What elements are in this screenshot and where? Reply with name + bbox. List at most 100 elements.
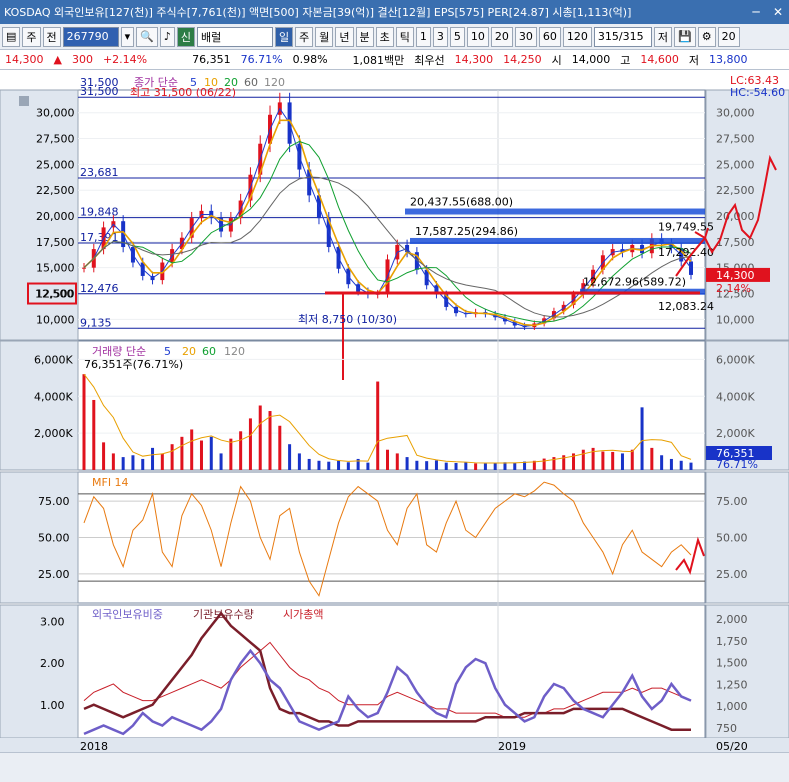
volume-bar <box>160 453 164 470</box>
x-axis <box>0 738 789 752</box>
right-level-label: 12,083.24 <box>658 300 714 313</box>
volume-bar <box>483 463 487 470</box>
volume-bar <box>346 462 350 470</box>
volume-bar <box>209 436 213 470</box>
price-y-tick-right: 10,000 <box>716 313 755 326</box>
price-y-tick-left: 20,000 <box>36 210 75 223</box>
volume-bar <box>92 399 96 470</box>
volume-bar <box>278 425 282 470</box>
volume-bar <box>229 438 233 470</box>
ma-legend-10: 10 <box>204 76 218 89</box>
chart-scrollbar[interactable] <box>0 752 789 782</box>
volume-bar <box>542 458 546 470</box>
volume-bar <box>386 449 389 470</box>
min-price-note: 최저 8,750 (10/30) <box>298 313 397 326</box>
volume-y-tick-right: 4,000K <box>716 390 755 403</box>
ma-legend-60: 60 <box>244 76 258 89</box>
volume-bar <box>199 440 203 470</box>
price-y-tick-right: 25,000 <box>716 158 755 171</box>
mfi-legend: MFI 14 <box>92 476 129 489</box>
price-y-tick-left: 17,500 <box>36 236 75 249</box>
volume-legend-5: 5 <box>164 345 171 358</box>
volume-bar <box>513 462 517 470</box>
ma-legend-20: 20 <box>224 76 238 89</box>
volume-bar <box>669 458 673 470</box>
volume-bar <box>444 462 448 470</box>
volume-legend-20: 20 <box>182 345 196 358</box>
price-top-label: 31,500 <box>80 76 119 89</box>
foreign-y-tick-left: 2.00 <box>40 657 65 670</box>
mfi-y-tick-right: 75.00 <box>716 495 748 508</box>
price-panel <box>77 89 706 341</box>
volume-current: 76,351주(76.71%) <box>84 358 183 371</box>
volume-bar <box>317 460 321 470</box>
foreign-y-tick-right: 1,500 <box>716 657 748 670</box>
volume-right-pct: 76.71% <box>716 458 758 471</box>
volume-bar <box>474 463 478 470</box>
volume-bar <box>630 449 634 470</box>
volume-bar <box>268 411 272 470</box>
volume-bar <box>111 453 115 470</box>
volume-bar <box>660 455 664 470</box>
right-level-label: 19,749.55 <box>658 221 714 234</box>
price-y-tick-right: 27,500 <box>716 133 755 146</box>
volume-y-tick-left: 6,000K <box>34 353 73 366</box>
price-y-tick-left: 30,000 <box>36 107 75 120</box>
volume-bar <box>248 418 252 470</box>
market-cap-legend: 시가총액 <box>283 608 323 621</box>
mfi-y-tick-left: 25.00 <box>38 568 70 581</box>
volume-legend-120: 120 <box>224 345 245 358</box>
volume-bar <box>82 374 86 470</box>
regression-box <box>405 208 705 215</box>
price-y-tick-right: 22,500 <box>716 184 755 197</box>
volume-bar <box>679 460 683 470</box>
support-line-label: 19,848 <box>80 206 119 219</box>
volume-y-tick-right: 6,000K <box>716 353 755 366</box>
volume-bar <box>180 436 184 470</box>
price-y-tick-right: 20,000 <box>716 210 755 223</box>
mfi-y-tick-left: 50.00 <box>38 532 70 545</box>
regression-box-label: 17,587.25(294.86) <box>415 225 518 238</box>
volume-bar <box>425 461 429 470</box>
volume-bar <box>640 407 644 470</box>
volume-bar <box>239 431 243 470</box>
volume-bar <box>288 444 292 470</box>
volume-bar <box>190 429 194 470</box>
ma-legend-name: 종가 단순 <box>134 76 178 89</box>
volume-bar <box>601 451 605 470</box>
price-y-tick-left: 25,000 <box>36 158 75 171</box>
foreign-legend: 외국인보유비중 <box>92 608 163 621</box>
mfi-y-tick-right: 25.00 <box>716 568 748 581</box>
mfi-y-tick-left: 75.00 <box>38 495 70 508</box>
volume-bar <box>415 460 419 470</box>
foreign-y-tick-right: 750 <box>716 722 737 735</box>
volume-bar <box>170 444 174 470</box>
regression-box <box>410 237 705 244</box>
volume-bar <box>141 458 145 470</box>
current-price-value: 14,300 <box>716 269 755 282</box>
volume-bar <box>327 461 331 470</box>
foreign-y-tick-right: 1,000 <box>716 700 748 713</box>
volume-bar <box>219 453 223 470</box>
support-line-label: 9,135 <box>80 316 112 329</box>
volume-bar <box>395 453 399 470</box>
volume-y-tick-left: 2,000K <box>34 427 73 440</box>
volume-bar <box>434 460 438 470</box>
volume-bar <box>102 442 106 470</box>
volume-bar <box>611 451 615 470</box>
panel-icon <box>19 96 29 106</box>
price-y-tick-right: 30,000 <box>716 107 755 120</box>
support-line-label: 23,681 <box>80 166 119 179</box>
price-y-tick-left: 15,000 <box>36 262 75 275</box>
foreign-y-tick-left: 1.00 <box>40 699 65 712</box>
volume-bar <box>366 462 370 470</box>
volume-bar <box>493 462 497 470</box>
candle <box>82 267 86 269</box>
chart-canvas[interactable]: 2018 2019 05/2030,000 30,00027,500 27,50025,… <box>0 0 789 782</box>
hc-label: HC:-54.60 <box>730 86 785 99</box>
support-line-label: 12,476 <box>80 282 119 295</box>
volume-bar <box>464 462 468 470</box>
foreign-panel-left-axis <box>0 604 79 739</box>
institution-legend: 기관보유수량 <box>193 608 254 621</box>
foreign-y-tick-right: 1,750 <box>716 635 748 648</box>
